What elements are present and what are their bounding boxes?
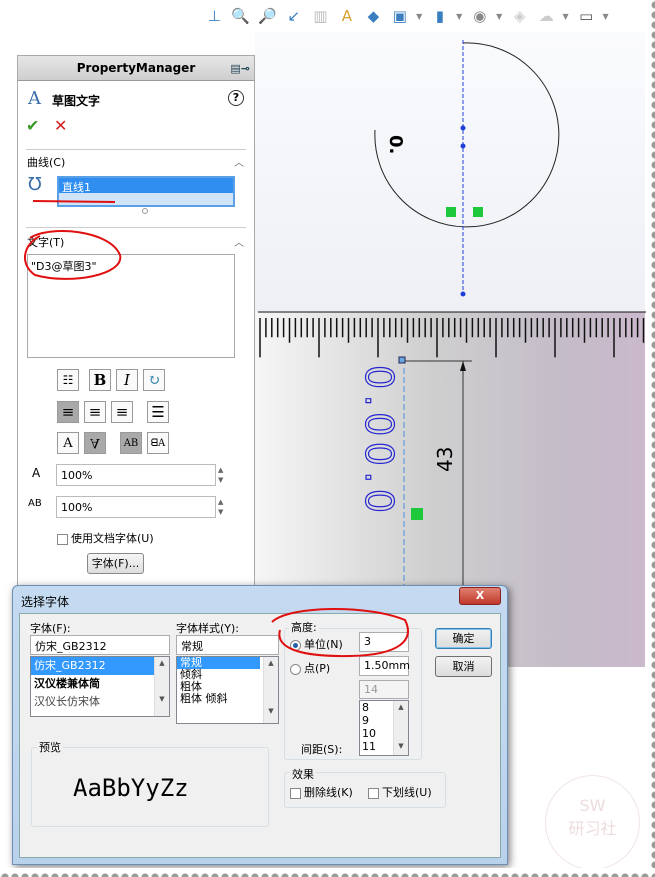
font-dialog: 选择字体 X 字体(F): 仿宋_GB2312 仿宋_GB2312 汉仪楼兼体简… — [12, 585, 508, 865]
help-icon[interactable]: ? — [228, 90, 244, 106]
stamp-edge — [0, 868, 655, 877]
dimension-value: 43 — [433, 447, 457, 472]
font-list[interactable]: 仿宋_GB2312 汉仪楼兼体简 汉仪长仿宋体 ▲ ▼ — [30, 656, 170, 717]
align-right-button[interactable]: ≡ — [111, 401, 133, 423]
font-button[interactable]: 字体(F)... — [87, 553, 144, 574]
width-factor-input[interactable]: 100% — [56, 464, 216, 486]
curve-selection-box[interactable]: 直线1 — [57, 176, 235, 207]
text-section-title[interactable]: 文字(T) — [27, 234, 64, 250]
height-label: 高度: — [289, 619, 319, 635]
spacing-input[interactable]: 100% — [56, 496, 216, 518]
justify-button[interactable]: ☰ — [147, 401, 169, 423]
style-list[interactable]: 常规 倾斜 粗体 粗体 倾斜 ▲ ▼ — [176, 656, 279, 724]
sketch-text-icon: A — [28, 88, 41, 109]
scrollbar[interactable]: ▲ ▼ — [263, 657, 278, 723]
pin-icon[interactable]: ▤⊸ — [230, 56, 250, 81]
underline-label: 下划线(U) — [382, 786, 432, 799]
collapse-icon[interactable]: ︿ — [234, 154, 244, 169]
units-radio[interactable]: 单位(N) — [290, 636, 343, 652]
pm-header: PropertyManager ▤⊸ — [18, 56, 254, 81]
underline-checkbox[interactable]: 下划线(U) — [368, 784, 432, 800]
font-input[interactable]: 仿宋_GB2312 — [30, 635, 170, 655]
sketch-point — [460, 125, 466, 131]
scrollbar[interactable]: ▲ ▼ — [154, 657, 169, 716]
rotate-button[interactable]: ↻ — [143, 369, 165, 391]
font-option[interactable]: 汉仪楼兼体简 — [31, 675, 169, 693]
relation-icon — [446, 207, 456, 217]
property-manager: PropertyManager ▤⊸ A 草图文字 ? ✔ ✕ 曲线(C) ︿ … — [17, 55, 255, 590]
relation-icon — [411, 508, 423, 520]
scrollbar[interactable]: ▲ ▼ — [393, 701, 408, 755]
sketch-text-vertical[interactable]: 0.00.0 — [356, 364, 401, 513]
use-doc-font-checkbox[interactable]: 使用文档字体(U) — [57, 530, 154, 546]
sketch-point — [460, 291, 466, 297]
bold-button[interactable]: B — [89, 369, 111, 391]
sketch-text-small: 0. — [385, 135, 406, 154]
align-center-button[interactable]: ≡ — [84, 401, 106, 423]
relation-icon — [473, 207, 483, 217]
direction-forward-button[interactable]: AB — [120, 432, 142, 454]
curve-item[interactable]: 直线1 — [59, 178, 233, 194]
sketch-handle — [398, 356, 406, 364]
units-input[interactable]: 3 — [359, 632, 409, 652]
close-button[interactable]: X — [459, 587, 501, 605]
effects-label: 效果 — [290, 766, 316, 782]
spinner-arrows[interactable]: ▲ ▼ — [218, 497, 230, 517]
pm-title: 草图文字 — [52, 94, 101, 108]
font-option[interactable]: 仿宋_GB2312 — [31, 657, 169, 675]
point-size-input: 14 — [359, 680, 409, 699]
watermark-logo: SW 研习社 — [545, 775, 640, 870]
preview-label: 预览 — [37, 739, 63, 755]
strikeout-checkbox[interactable]: 删除线(K) — [290, 784, 353, 800]
style-label: 字体样式(Y): — [176, 622, 240, 635]
curve-icon: Ʊ — [28, 174, 42, 195]
cancel-button[interactable]: 取消 — [435, 656, 492, 677]
use-doc-font-label: 使用文档字体(U) — [71, 532, 154, 545]
pm-header-title: PropertyManager — [76, 61, 196, 75]
cancel-x-icon[interactable]: ✕ — [54, 116, 67, 135]
preview-text: AaBbYyZz — [73, 774, 189, 802]
sketch-point — [460, 143, 466, 149]
points-input[interactable]: 1.50mm — [359, 656, 410, 676]
dialog-title: 选择字体 — [21, 595, 70, 609]
points-label: 点(P) — [304, 662, 331, 675]
ok-button[interactable]: 确定 — [435, 628, 492, 649]
units-label: 单位(N) — [304, 638, 343, 651]
width-factor-icon: A — [32, 466, 41, 480]
font-option[interactable]: 汉仪长仿宋体 — [31, 693, 169, 711]
spacing-icon: AB — [28, 498, 42, 509]
style-input[interactable]: 常规 — [176, 635, 279, 655]
align-left-button[interactable]: ≡ — [57, 401, 79, 423]
font-label: 字体(F): — [30, 622, 71, 635]
curve-section-title[interactable]: 曲线(C) — [27, 154, 65, 170]
ruler-ticks — [258, 311, 646, 358]
points-radio[interactable]: 点(P) — [290, 660, 330, 676]
text-input[interactable]: "D3@草图3" — [27, 254, 235, 358]
strikeout-label: 删除线(K) — [304, 786, 353, 799]
flip-up-button[interactable]: A — [84, 432, 106, 454]
stamp-edge — [646, 0, 655, 877]
resize-handle[interactable] — [142, 208, 148, 214]
flip-vertical-button[interactable]: A — [57, 432, 79, 454]
size-list[interactable]: 8 9 10 11 ▲ ▼ — [359, 700, 409, 756]
spacing-label: 间距(S): — [301, 743, 343, 756]
link-property-icon[interactable]: ☷ — [57, 369, 79, 391]
spinner-arrows[interactable]: ▲ ▼ — [218, 465, 230, 485]
direction-reverse-button[interactable]: ᗺA — [147, 432, 169, 454]
ok-check-icon[interactable]: ✔ — [26, 116, 39, 135]
collapse-icon[interactable]: ︿ — [234, 234, 244, 249]
italic-button[interactable]: I — [116, 369, 138, 391]
